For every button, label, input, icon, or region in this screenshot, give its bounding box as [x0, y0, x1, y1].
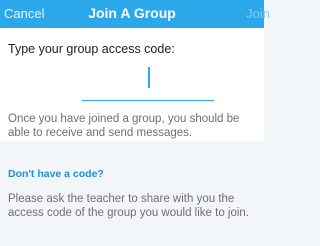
- page-title: Join A Group: [88, 5, 176, 21]
- no-code-help-text: Please ask the teacher to share with you…: [8, 193, 250, 219]
- no-code-heading: Don't have a code?: [8, 168, 104, 180]
- join-info-text: Once you have joined a group, you should…: [8, 113, 240, 139]
- access-code-input[interactable]: [82, 64, 214, 101]
- top-navbar: Cancel Join A Group Join: [0, 0, 270, 28]
- join-button[interactable]: Join: [246, 6, 270, 21]
- access-code-prompt: Type your group access code:: [8, 42, 175, 56]
- text-caret: [148, 67, 150, 88]
- access-code-card: Type your group access code: Once you ha…: [0, 28, 264, 141]
